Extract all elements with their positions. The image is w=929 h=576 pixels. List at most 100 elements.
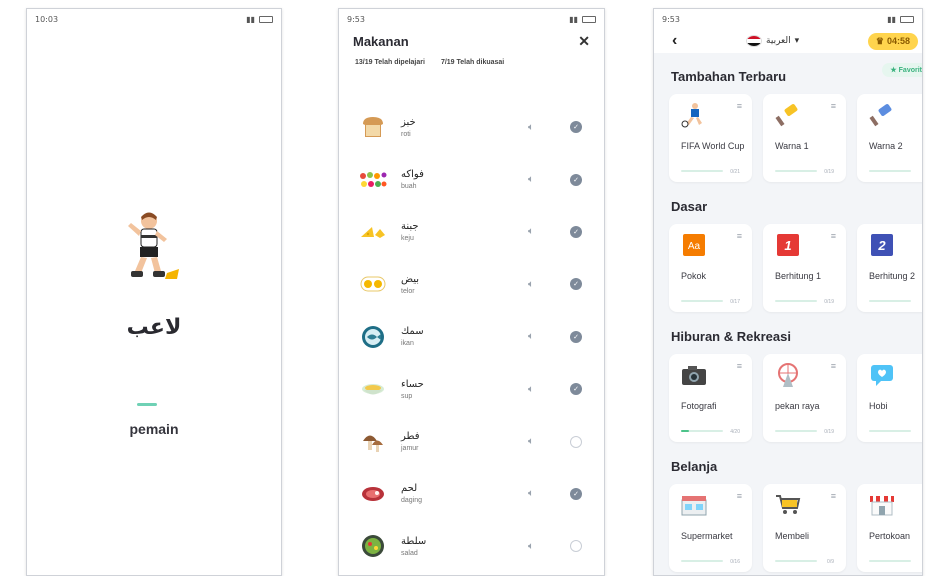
unmastered-circle-icon[interactable] [570, 435, 582, 448]
topic-title: Berhitung 2 [869, 271, 916, 281]
arabic-word: لاعب [126, 315, 182, 340]
word-arabic: حساء [401, 378, 424, 390]
mastered-check-icon[interactable]: ✓ [570, 278, 582, 291]
topic-title: pekan raya [775, 401, 820, 411]
topic-card[interactable]: ≡ pekan raya 0/19 [763, 354, 846, 442]
progress-bar [869, 170, 911, 172]
speaker-icon[interactable]: 🔈︎ [522, 331, 540, 342]
progress-bar [681, 560, 723, 562]
list-item[interactable]: فطر jamur 🔈︎ [339, 415, 604, 467]
status-bar: 9:53 ▮▮ [654, 9, 922, 29]
list-item[interactable]: خبز roti 🔈︎ ✓ [339, 101, 604, 153]
topic-card[interactable]: ≡ FIFA World Cup 0/21 [669, 94, 752, 182]
chevron-down-icon: ▾ [794, 36, 800, 46]
signal-icon: ▮▮ [246, 14, 255, 24]
list-item[interactable]: سلطة salad 🔈︎ [339, 520, 604, 572]
menu-icon[interactable]: ≡ [737, 362, 742, 371]
topic-section: Hiburan & Rekreasi ≡ Fotografi 4/20 ≡ pekan r… [654, 329, 922, 442]
salad-icon [359, 532, 387, 560]
topic-card[interactable]: ≡Pertokoan [857, 484, 922, 572]
number-two-icon: 2 [869, 232, 895, 258]
progress-count: 0/19 [824, 299, 834, 305]
topic-card[interactable]: ≡ Membeli 0/9 [763, 484, 846, 572]
unmastered-circle-icon[interactable] [570, 540, 582, 553]
fish-icon [359, 323, 387, 351]
speaker-icon[interactable]: 🔈︎ [522, 541, 540, 552]
speaker-icon[interactable]: 🔈︎ [522, 226, 540, 237]
topic-title: Fotografi [681, 401, 717, 411]
menu-icon[interactable]: ≡ [737, 492, 742, 501]
word-text: سمك ikan [401, 326, 522, 347]
speaker-icon[interactable]: 🔈︎ [522, 122, 540, 133]
topic-card[interactable]: Aa ≡ Pokok 0/17 [669, 224, 752, 312]
speaker-icon[interactable]: 🔈︎ [522, 436, 540, 447]
progress-bar [869, 430, 911, 432]
card-row: ≡ Fotografi 4/20 ≡ pekan raya 0/19 ≡Hobi0/ [654, 354, 922, 442]
cheese-icon [359, 218, 387, 246]
storefront-icon [869, 492, 895, 518]
meat-icon [359, 480, 387, 508]
back-icon[interactable]: ‹ [672, 32, 677, 50]
word-translation: telor [401, 287, 415, 295]
word-arabic: لحم [401, 483, 418, 495]
menu-icon[interactable]: ≡ [831, 102, 836, 111]
section-title: Belanja [671, 459, 718, 474]
mastered-check-icon[interactable]: ✓ [570, 383, 582, 396]
menu-icon[interactable]: ≡ [737, 232, 742, 241]
list-item[interactable]: سمك ikan 🔈︎ ✓ [339, 311, 604, 363]
word-translation: sup [401, 392, 413, 400]
menu-icon[interactable]: ≡ [831, 492, 836, 501]
word-translation: ikan [401, 340, 414, 348]
menu-icon[interactable]: ≡ [831, 362, 836, 371]
speaker-icon[interactable]: 🔈︎ [522, 384, 540, 395]
list-item[interactable]: حساء sup 🔈︎ ✓ [339, 363, 604, 415]
topic-card[interactable]: ≡ Warna 1 0/19 [763, 94, 846, 182]
word-text: فواكه buah [401, 169, 522, 190]
mastered-check-icon[interactable]: ✓ [570, 121, 582, 134]
svg-text:1: 1 [784, 238, 791, 253]
progress-bar [681, 170, 723, 172]
topic-title: Membeli [775, 531, 810, 541]
list-item[interactable]: فواكه buah 🔈︎ ✓ [339, 153, 604, 205]
menu-icon[interactable]: ≡ [737, 102, 742, 111]
mastered-check-icon[interactable]: ✓ [570, 173, 582, 186]
speaker-icon[interactable]: 🔈︎ [522, 279, 540, 290]
status-time: 9:53 [662, 14, 680, 24]
paintbrush-blue-icon [869, 102, 895, 128]
topic-card[interactable]: ≡ Supermarket 0/16 [669, 484, 752, 572]
mastered-check-icon[interactable]: ✓ [570, 225, 582, 238]
language-label: العربية [766, 36, 791, 46]
speaker-icon[interactable]: 🔈︎ [522, 488, 540, 499]
mastered-check-icon[interactable]: ✓ [570, 330, 582, 343]
mastered-check-icon[interactable]: ✓ [570, 487, 582, 500]
ferris-wheel-icon [775, 362, 801, 388]
timer-badge[interactable]: ♛ 04:58 [867, 32, 918, 50]
status-bar: 10:03 ▮▮ [27, 9, 281, 29]
menu-icon[interactable]: ≡ [831, 232, 836, 241]
topic-title: Hobi [869, 401, 888, 411]
progress-bar [681, 430, 723, 432]
close-icon[interactable]: ✕ [578, 33, 590, 50]
list-item[interactable]: لحم daging 🔈︎ ✓ [339, 468, 604, 520]
card-row: Aa ≡ Pokok 0/17 1 ≡ Berhitung 1 0/19 2≡Berhitung… [654, 224, 922, 312]
camera-icon [681, 362, 707, 388]
language-selector[interactable]: العربية ▾ [746, 35, 799, 47]
word-text: خبز roti [401, 117, 522, 138]
list-item[interactable]: جبنة keju 🔈︎ ✓ [339, 206, 604, 258]
soccer-player-icon [128, 212, 179, 279]
topic-card[interactable]: ≡Warna 20/ [857, 94, 922, 182]
word-translation: roti [401, 130, 411, 138]
shopping-cart-icon [775, 492, 801, 518]
speaker-icon[interactable]: 🔈︎ [522, 174, 540, 185]
topic-title: FIFA World Cup [681, 141, 745, 151]
progress-count: 0/16 [730, 559, 740, 565]
topic-card[interactable]: ≡Hobi0/ [857, 354, 922, 442]
topic-card[interactable]: 2≡Berhitung 2 [857, 224, 922, 312]
topic-card[interactable]: ≡ Fotografi 4/20 [669, 354, 752, 442]
list-item[interactable]: بيض telor 🔈︎ ✓ [339, 258, 604, 310]
topic-card[interactable]: 1 ≡ Berhitung 1 0/19 [763, 224, 846, 312]
battery-icon [582, 15, 596, 23]
progress-bar [775, 430, 817, 432]
translation-word: pemain [129, 421, 179, 437]
soup-icon [359, 375, 387, 403]
